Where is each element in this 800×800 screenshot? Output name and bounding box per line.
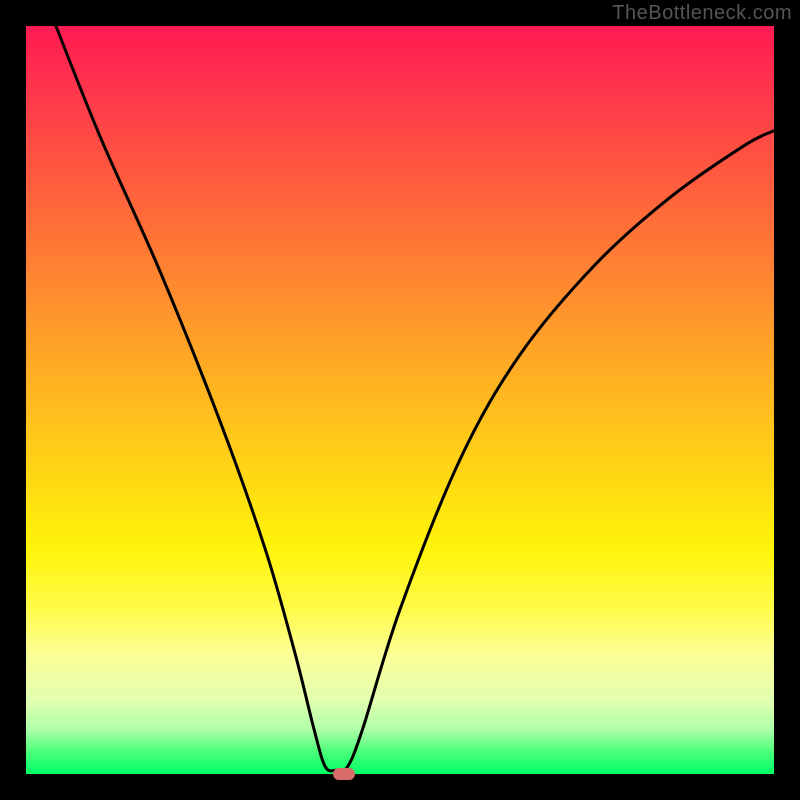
min-marker bbox=[333, 768, 355, 780]
bottleneck-curve bbox=[56, 26, 774, 771]
plot-area bbox=[26, 26, 774, 774]
chart-frame: TheBottleneck.com bbox=[0, 0, 800, 800]
watermark-text: TheBottleneck.com bbox=[612, 2, 792, 25]
curve-svg bbox=[26, 26, 774, 774]
